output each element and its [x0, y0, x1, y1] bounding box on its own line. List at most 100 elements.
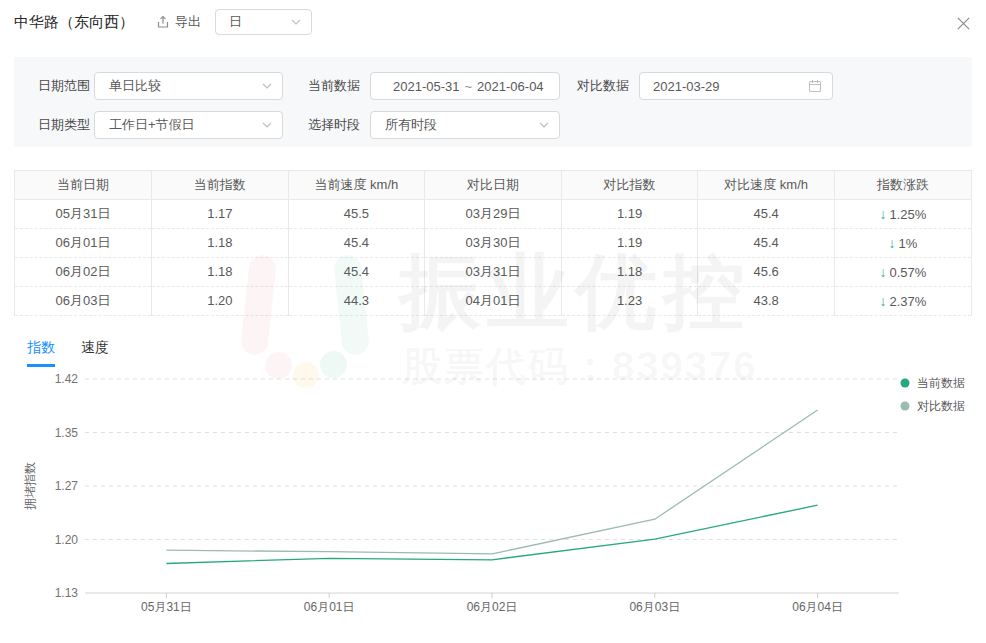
- table-cell: 03月29日: [425, 199, 562, 228]
- date-range-label: 日期范围: [38, 77, 90, 95]
- legend-label[interactable]: 当前数据: [917, 376, 965, 390]
- traffic-comparison-panel: 中华路（东向西） 导出 日 日期范围 单日比较 当前数据 2021-05-31 …: [0, 0, 986, 643]
- daterange-separator: ~: [465, 79, 473, 94]
- close-icon[interactable]: [955, 15, 972, 32]
- export-button[interactable]: 导出: [156, 13, 201, 31]
- table-cell: 45.4: [698, 228, 835, 257]
- filter-row-1: 日期范围 单日比较 当前数据 2021-05-31 ~ 2021-06-04 对…: [38, 72, 948, 100]
- daterange-start: 2021-05-31: [393, 79, 460, 94]
- y-tick-label: 1.13: [55, 586, 79, 600]
- index-change-cell: ↓1.25%: [834, 199, 971, 228]
- table-cell: 1.17: [152, 199, 289, 228]
- table-cell: 05月31日: [15, 199, 152, 228]
- y-tick-label: 1.27: [55, 479, 79, 493]
- table-row: 06月01日1.1845.403月30日1.1945.4↓1%: [15, 228, 971, 257]
- index-change-cell: ↓2.37%: [834, 286, 971, 315]
- export-label: 导出: [175, 13, 201, 31]
- table-cell: 1.18: [152, 228, 289, 257]
- column-header: 对比指数: [561, 171, 698, 199]
- x-tick-label: 06月03日: [629, 600, 680, 614]
- chevron-down-icon: [539, 122, 549, 128]
- export-icon: [156, 15, 170, 29]
- time-period-value: 所有时段: [385, 116, 437, 134]
- table-cell: 1.23: [561, 286, 698, 315]
- comparison-table: 当前日期当前指数当前速度 km/h对比日期对比指数对比速度 km/h指数涨跌 0…: [14, 170, 972, 316]
- time-period-label: 选择时段: [308, 116, 360, 134]
- table-cell: 03月31日: [425, 257, 562, 286]
- table-cell: 1.20: [152, 286, 289, 315]
- change-value: 1%: [899, 236, 918, 251]
- table-cell: 45.5: [288, 199, 425, 228]
- y-tick-label: 1.20: [55, 532, 79, 546]
- interval-value: 日: [229, 13, 242, 31]
- column-header: 对比日期: [425, 171, 562, 199]
- table-cell: 45.4: [288, 257, 425, 286]
- compare-data-label: 对比数据: [577, 77, 629, 95]
- filter-panel: 日期范围 单日比较 当前数据 2021-05-31 ~ 2021-06-04 对…: [14, 57, 972, 147]
- legend-label[interactable]: 对比数据: [917, 399, 965, 413]
- table-row: 06月02日1.1845.403月31日1.1845.6↓0.57%: [15, 257, 971, 286]
- date-type-value: 工作日+节假日: [109, 116, 195, 134]
- down-arrow-icon: ↓: [880, 264, 887, 280]
- table-cell: 44.3: [288, 286, 425, 315]
- chevron-down-icon: [291, 19, 301, 25]
- filter-row-2: 日期类型 工作日+节假日 选择时段 所有时段: [38, 111, 948, 139]
- table-cell: 06月02日: [15, 257, 152, 286]
- compare-date-value: 2021-03-29: [653, 79, 720, 94]
- column-header: 当前日期: [15, 171, 152, 199]
- index-change-cell: ↓1%: [834, 228, 971, 257]
- daterange-end: 2021-06-04: [477, 79, 544, 94]
- x-tick-label: 06月01日: [304, 600, 355, 614]
- index-change-cell: ↓0.57%: [834, 257, 971, 286]
- x-tick-label: 05月31日: [141, 600, 192, 614]
- interval-select[interactable]: 日: [215, 9, 312, 35]
- column-header: 对比速度 km/h: [698, 171, 835, 199]
- x-tick-label: 06月04日: [792, 600, 843, 614]
- table-cell: 45.4: [698, 199, 835, 228]
- table-cell: 06月01日: [15, 228, 152, 257]
- table-cell: 45.4: [288, 228, 425, 257]
- x-tick-label: 06月02日: [467, 600, 518, 614]
- series-对比数据: [166, 410, 817, 554]
- date-range-value: 单日比较: [109, 77, 161, 95]
- date-type-select[interactable]: 工作日+节假日: [94, 111, 283, 139]
- tab-speed[interactable]: 速度: [81, 337, 109, 367]
- date-range-select[interactable]: 单日比较: [94, 72, 283, 100]
- page-title: 中华路（东向西）: [14, 13, 134, 32]
- change-value: 1.25%: [890, 207, 927, 222]
- tab-index[interactable]: 指数: [27, 337, 55, 367]
- column-header: 指数涨跌: [834, 171, 971, 199]
- table-cell: 1.18: [152, 257, 289, 286]
- compare-data-datepicker[interactable]: 2021-03-29: [639, 72, 833, 100]
- table-cell: 06月03日: [15, 286, 152, 315]
- series-当前数据: [166, 505, 817, 563]
- down-arrow-icon: ↓: [880, 293, 887, 309]
- table-cell: 03月30日: [425, 228, 562, 257]
- chevron-down-icon: [262, 83, 272, 89]
- table-header-row: 当前日期当前指数当前速度 km/h对比日期对比指数对比速度 km/h指数涨跌: [15, 171, 971, 199]
- table-cell: 1.18: [561, 257, 698, 286]
- header: 中华路（东向西） 导出 日: [0, 0, 986, 44]
- current-data-daterange[interactable]: 2021-05-31 ~ 2021-06-04: [370, 72, 560, 100]
- table-cell: 45.6: [698, 257, 835, 286]
- table-cell: 04月01日: [425, 286, 562, 315]
- legend-dot[interactable]: [901, 378, 910, 387]
- down-arrow-icon: ↓: [889, 235, 896, 251]
- table-cell: 1.19: [561, 228, 698, 257]
- y-tick-label: 1.35: [55, 425, 79, 439]
- time-period-select[interactable]: 所有时段: [370, 111, 560, 139]
- table-cell: 43.8: [698, 286, 835, 315]
- table-cell: 1.19: [561, 199, 698, 228]
- table-row: 05月31日1.1745.503月29日1.1945.4↓1.25%: [15, 199, 971, 228]
- table-row: 06月03日1.2044.304月01日1.2343.8↓2.37%: [15, 286, 971, 315]
- y-tick-label: 1.42: [55, 372, 79, 386]
- change-value: 0.57%: [890, 265, 927, 280]
- column-header: 当前指数: [152, 171, 289, 199]
- change-value: 2.37%: [890, 294, 927, 309]
- calendar-icon: [808, 79, 822, 93]
- line-chart: 1.13 1.20 1.27 1.35 1.42 05月31日 06月01日 06月02日 06…: [0, 369, 986, 643]
- chevron-down-icon: [262, 122, 272, 128]
- legend-dot[interactable]: [901, 401, 910, 410]
- chart-tabs: 指数 速度: [27, 337, 972, 367]
- y-axis-title: 拥堵指数: [23, 462, 37, 510]
